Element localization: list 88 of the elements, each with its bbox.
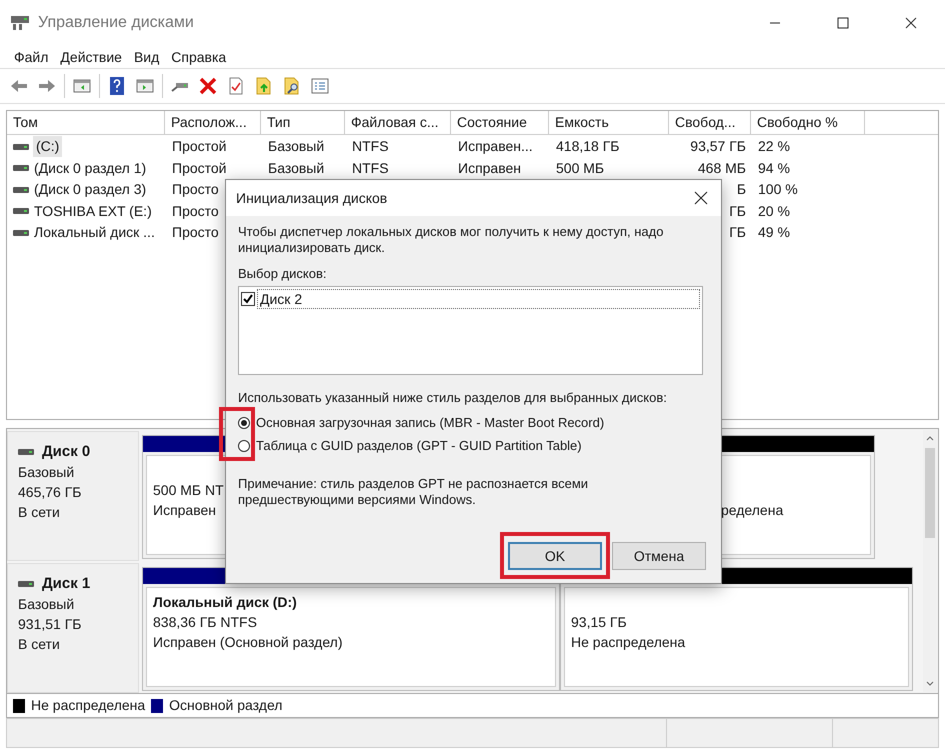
table-cell: (C:)	[33, 136, 62, 158]
table-cell-text: 100 %	[757, 180, 799, 200]
disk-name: Диск 0	[42, 442, 90, 462]
column-header[interactable]: Файловая с...	[345, 111, 451, 134]
column-header[interactable]: Располож...	[165, 111, 261, 134]
radio-label[interactable]: Таблица с GUID разделов (GPT - GUID Partition Table)	[256, 438, 582, 454]
drive-icon	[13, 228, 29, 237]
table-cell-text: Просто	[171, 223, 220, 242]
drive-icon	[13, 164, 29, 172]
table-cell-text: 20 %	[757, 202, 791, 221]
column-header[interactable]: Состояние	[451, 111, 549, 134]
ok-button[interactable]: OK	[508, 542, 602, 570]
maximize-icon	[837, 17, 849, 29]
menu-item[interactable]: Вид	[128, 47, 166, 67]
dialog-intro: Чтобы диспетчер локальных дисков мог получить к нему доступ, надо инициализировать диск.	[238, 224, 664, 256]
drive-icon	[13, 207, 29, 216]
column-header[interactable]: Том	[7, 111, 165, 134]
disk-name: Диск 1	[42, 574, 90, 594]
menu-item[interactable]: Файл	[8, 47, 54, 67]
partition-status: Исправен	[153, 502, 216, 518]
table-cell-text: Простой	[171, 137, 228, 156]
table-cell-text: Исправен	[457, 158, 522, 178]
partition-size: 838,36 ГБ NTFS	[153, 614, 257, 630]
partition-label: Локальный диск (D:)	[153, 594, 297, 610]
column-header[interactable]: Свобод...	[669, 111, 751, 134]
table-cell-text: NTFS	[351, 158, 390, 178]
drive-icon	[13, 142, 29, 151]
disk-size: 931,51 ГБ	[18, 615, 82, 634]
table-cell-text: Б	[736, 180, 747, 200]
partition-status: Не распределена	[571, 634, 686, 650]
cancel-button[interactable]: Отмена	[612, 542, 706, 570]
table-cell-text: ГБ	[728, 202, 747, 221]
table-cell-text: Локальный диск ...	[33, 223, 156, 242]
highlight-frame	[219, 407, 255, 461]
drive-icon	[18, 448, 34, 456]
partition-size: 500 МБ NT	[153, 482, 224, 498]
partition-size: 93,15 ГБ	[571, 614, 627, 630]
disk-info-panel[interactable]: Диск 0 Базовый 465,76 ГБ В сети	[7, 431, 139, 561]
disk-list[interactable]: Диск 2	[238, 286, 703, 375]
disk-info-panel[interactable]: Диск 1 Базовый 931,51 ГБ В сети	[7, 563, 139, 693]
column-header[interactable]: Тип	[261, 111, 345, 134]
table-cell-text: Исправен...	[457, 137, 534, 156]
close-icon	[694, 191, 708, 205]
checkbox[interactable]	[241, 292, 255, 306]
partition-status: Исправен (Основной раздел)	[153, 634, 342, 650]
table-cell-text: TOSHIBA EXT (E:)	[33, 202, 153, 221]
disk-type: Базовый	[18, 595, 76, 614]
menu-item[interactable]: Справка	[165, 47, 232, 67]
table-cell-text: Простой	[171, 158, 228, 178]
table-cell-text: NTFS	[351, 137, 390, 156]
table-cell-text: 93,57 ГБ	[689, 137, 747, 156]
radio-button[interactable]	[238, 417, 250, 429]
table-cell-text: 94 %	[757, 158, 791, 178]
table-cell-text: 468 МБ	[696, 158, 747, 178]
disk-size: 465,76 ГБ	[18, 483, 82, 502]
disk-type: Базовый	[18, 463, 76, 482]
disk-management-icon	[10, 14, 30, 32]
legend-label: Основной раздел	[169, 696, 282, 715]
menu-item[interactable]: Действие	[54, 47, 128, 67]
drive-icon	[13, 186, 29, 194]
partition-status: ределена	[721, 502, 784, 518]
table-cell-text: Просто	[171, 202, 220, 221]
table-cell-text: Просто	[171, 180, 220, 200]
dialog-note: Примечание: стиль разделов GPT не распознается всеми предшествующими версиями Windows.	[238, 476, 590, 508]
table-cell-text: (Диск 0 раздел 3)	[33, 180, 148, 200]
radio-button[interactable]	[238, 440, 250, 452]
list-label: Выбор дисков:	[238, 266, 328, 282]
table-cell-text: 49 %	[757, 223, 791, 242]
drive-icon	[18, 580, 34, 588]
partition-block[interactable]: 93,15 ГБ Не распределена	[560, 567, 913, 691]
table-cell-text: ГБ	[728, 223, 747, 242]
table-cell-text: Базовый	[267, 137, 326, 156]
table-cell-text: 22 %	[757, 137, 791, 156]
dialog-title: Инициализация дисков	[236, 188, 388, 208]
legend-label: Не распределена	[31, 696, 146, 715]
close-icon	[905, 17, 917, 29]
disk-state: В сети	[18, 635, 61, 654]
list-item[interactable]: Диск 2	[257, 289, 700, 309]
window-title: Управление дисками	[38, 13, 194, 33]
table-cell-text: 418,18 ГБ	[555, 137, 620, 156]
style-label: Использовать указанный ниже стиль разделов для выбранных дисков:	[238, 390, 668, 406]
table-cell-text: Базовый	[267, 158, 326, 178]
disk-state: В сети	[18, 503, 61, 522]
column-header[interactable]: Свободно %	[751, 111, 865, 134]
radio-label[interactable]: Основная загрузочная запись (MBR - Master Boot Record)	[256, 415, 604, 431]
table-cell-text: 500 МБ	[555, 158, 606, 178]
table-cell-text: (Диск 0 раздел 1)	[33, 158, 148, 178]
column-header[interactable]: Емкость	[549, 111, 669, 134]
